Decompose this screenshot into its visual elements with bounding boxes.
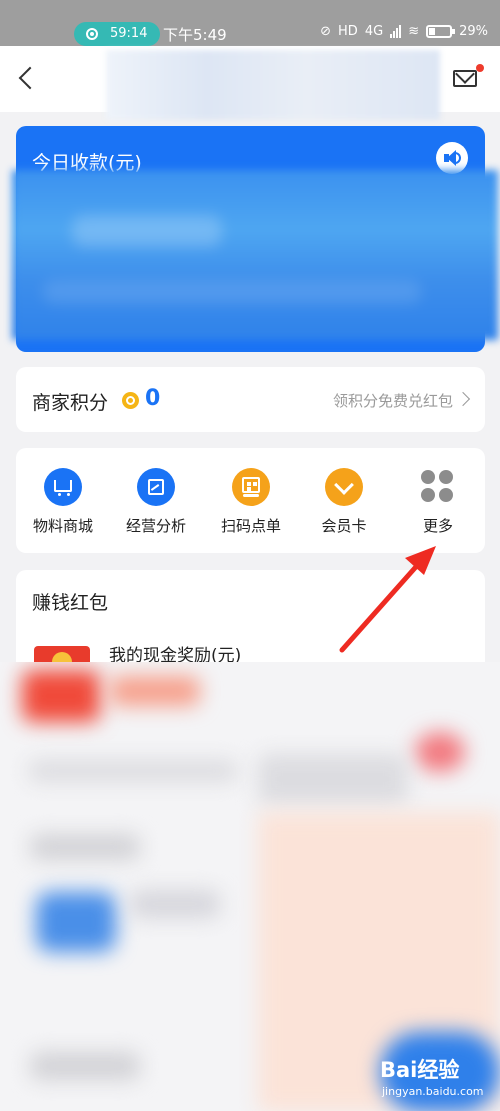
cart-glyph — [54, 480, 72, 496]
blur-blob — [110, 676, 200, 706]
blur-blob — [30, 834, 140, 860]
bowl-glyph — [243, 494, 259, 497]
blur-blob — [30, 1052, 140, 1080]
blur-blob — [36, 892, 116, 952]
status-clock: 下午5:49 — [163, 26, 227, 44]
quick-actions-card: 物料商城 经营分析 扫码点单 会员卡 更多 — [16, 448, 485, 553]
action-scan-order[interactable]: 扫码点单 — [204, 448, 298, 553]
cart-icon — [44, 468, 82, 506]
mail-button[interactable] — [452, 64, 484, 90]
points-value: 0 — [145, 386, 161, 411]
action-member-card[interactable]: 会员卡 — [297, 448, 391, 553]
chart-glyph — [148, 479, 164, 495]
signal-icon — [390, 25, 402, 38]
blur-blob — [258, 754, 408, 804]
qr-order-icon — [232, 468, 270, 506]
action-label: 物料商城 — [32, 517, 93, 535]
watermark-logo: Bai经验 — [380, 1058, 460, 1082]
action-business-analysis[interactable]: 经营分析 — [109, 448, 203, 553]
speaker-wave — [455, 152, 461, 164]
status-bar: 59:14 下午5:49 ⊘ HD 4G ≋ 29% — [0, 0, 500, 46]
action-label: 扫码点单 — [220, 517, 281, 535]
qr-glyph — [242, 477, 260, 493]
action-label: 经营分析 — [125, 517, 186, 535]
action-material-mall[interactable]: 物料商城 — [16, 448, 110, 553]
blur-blob — [28, 760, 238, 782]
wifi-icon: ≋ — [408, 24, 420, 39]
battery-percent: 29% — [459, 24, 488, 39]
mail-icon — [453, 70, 477, 87]
page-title-redacted — [106, 50, 440, 120]
points-label: 商家积分 — [32, 392, 109, 414]
watermark-url: jingyan.baidu.com — [382, 1085, 484, 1098]
nav-bar — [0, 46, 500, 120]
action-more[interactable]: 更多 — [391, 448, 485, 553]
screen-record-pill[interactable]: 59:14 — [74, 22, 160, 46]
blur-blob — [22, 670, 100, 722]
more-grid-icon — [421, 470, 455, 504]
network-type: 4G — [364, 24, 384, 39]
blur-blob — [130, 890, 220, 918]
record-icon — [86, 28, 98, 40]
chevron-right-icon — [455, 391, 471, 407]
points-promo-link[interactable]: 领积分免费兑红包 — [333, 390, 453, 411]
hd-label: HD — [338, 24, 358, 39]
merchant-points-card[interactable]: 商家积分 0 领积分免费兑红包 — [16, 367, 485, 432]
blur-blob — [415, 732, 465, 772]
record-time: 59:14 — [110, 26, 148, 41]
back-button[interactable] — [14, 62, 42, 94]
redacted-content — [0, 662, 500, 1111]
system-icons: ⊘ HD 4G ≋ 29% — [320, 24, 488, 39]
coin-icon — [122, 392, 139, 409]
earn-section-title: 赚钱红包 — [32, 592, 109, 614]
baidu-watermark: Bai经验 jingyan.baidu.com — [372, 1052, 496, 1106]
mute-icon: ⊘ — [320, 24, 332, 39]
amount-redacted — [12, 170, 498, 340]
notification-dot — [476, 64, 484, 72]
battery-icon — [426, 25, 456, 38]
action-label: 会员卡 — [321, 517, 367, 535]
gem-glyph — [334, 475, 354, 495]
chart-icon — [137, 468, 175, 506]
member-card-icon — [325, 468, 363, 506]
action-label: 更多 — [422, 517, 453, 535]
